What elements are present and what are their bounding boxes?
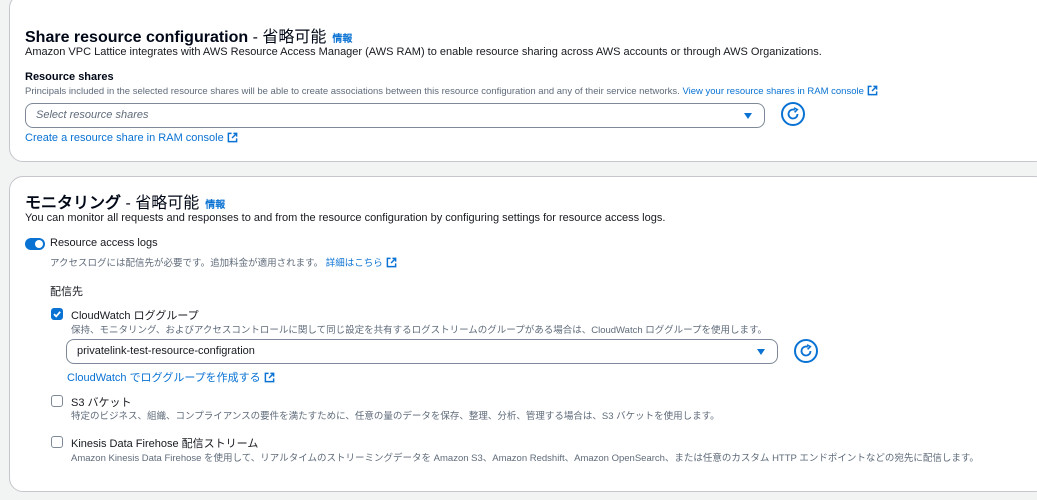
resource-shares-hint-text: Principals included in the selected reso… [25,86,680,97]
refresh-log-groups-button[interactable] [794,339,818,363]
cloudwatch-log-group-select[interactable]: privatelink-test-resource-configration [66,339,778,364]
learn-more-link[interactable]: 詳細はこちら [325,257,397,269]
caret-down-icon [744,113,752,119]
cloudwatch-hint: 保持、モニタリング、およびアクセスコントロールに関して同じ設定を共有するログスト… [71,325,768,336]
create-log-group-link-text: CloudWatch でロググループを作成する [67,372,261,384]
firehose-hint: Amazon Kinesis Data Firehose を使用して、リアルタイ… [71,453,979,464]
monitoring-title-text: モニタリング [25,195,122,212]
resource-shares-select[interactable]: Select resource shares [25,103,765,128]
destination-label: 配信先 [50,286,83,298]
cloudwatch-label: CloudWatch ロググループ [71,310,199,322]
monitoring-description: You can monitor all requests and respons… [25,212,666,224]
monitoring-panel: モニタリング - 省略可能 情報 You can monitor all requ… [9,176,1037,492]
share-title-text: Share resource configuration [25,29,249,46]
learn-more-link-text: 詳細はこちら [325,258,383,269]
refresh-shares-button[interactable] [781,102,805,126]
access-logs-hint-text: アクセスログには配信先が必要です。追加料金が適用されます。 [50,258,324,269]
s3-hint: 特定のビジネス、組織、コンプライアンスの要件を満たすために、任意の量のデータを保… [71,411,720,422]
external-link-icon [264,372,275,383]
share-info-link[interactable]: 情報 [332,34,352,45]
view-shares-link-text: View your resource shares in RAM console [682,86,864,97]
external-link-icon [386,257,397,268]
resource-shares-label: Resource shares [25,71,114,83]
refresh-icon [787,107,799,120]
cloudwatch-checkbox[interactable] [51,308,63,320]
refresh-icon [800,344,812,357]
access-logs-label: Resource access logs [50,237,158,249]
access-logs-hint: アクセスログには配信先が必要です。追加料金が適用されます。 詳細はこちら [50,255,397,269]
monitoring-optional-text: - 省略可能 [121,195,200,212]
monitoring-section-title: モニタリング - 省略可能 情報 [25,189,225,213]
s3-checkbox[interactable] [51,395,63,407]
firehose-label: Kinesis Data Firehose 配信ストリーム [71,438,259,450]
access-logs-toggle[interactable] [25,238,45,250]
monitoring-info-link[interactable]: 情報 [205,200,225,211]
share-section-title: Share resource configuration - 省略可能 情報 [25,23,352,47]
share-config-panel: Share resource configuration - 省略可能 情報 Am… [9,0,1037,162]
external-link-icon [867,85,878,96]
share-description: Amazon VPC Lattice integrates with AWS R… [25,46,822,58]
create-share-link[interactable]: Create a resource share in RAM console [25,132,238,144]
caret-down-icon [757,349,765,355]
cloudwatch-selected-value: privatelink-test-resource-configration [77,345,255,357]
create-share-link-text: Create a resource share in RAM console [25,132,224,144]
create-log-group-link[interactable]: CloudWatch でロググループを作成する [67,369,275,385]
resource-shares-hint: Principals included in the selected reso… [25,85,878,97]
firehose-checkbox[interactable] [51,436,63,448]
external-link-icon [227,132,238,143]
share-optional-text: - 省略可能 [248,29,327,46]
resource-shares-placeholder: Select resource shares [36,109,149,121]
view-shares-link[interactable]: View your resource shares in RAM console [682,85,878,97]
check-icon [53,311,61,318]
